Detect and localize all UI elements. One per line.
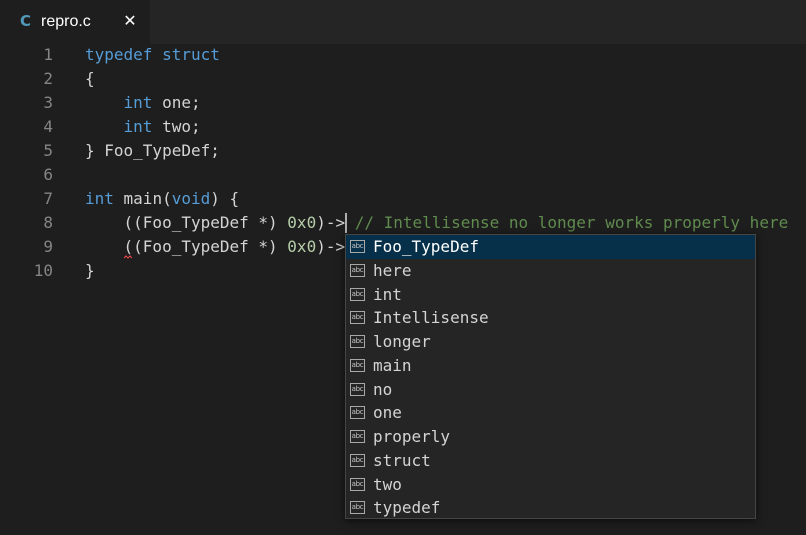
suggestion-item[interactable]: abc here bbox=[346, 259, 755, 283]
suggestion-item[interactable]: abc two bbox=[346, 473, 755, 497]
line-number: 2 bbox=[43, 69, 53, 88]
code-line[interactable]: 3 int one; bbox=[0, 91, 806, 115]
word-icon: abc bbox=[350, 263, 365, 277]
word-icon: abc bbox=[350, 382, 365, 396]
suggestion-label: int bbox=[373, 284, 402, 304]
word-icon: abc bbox=[350, 311, 365, 325]
line-code: { bbox=[85, 67, 95, 91]
code-line[interactable]: 2{ bbox=[0, 67, 806, 91]
keyword-token: typedef struct bbox=[85, 45, 220, 64]
suggestion-label: Intellisense bbox=[373, 308, 489, 328]
keyword-token: int bbox=[123, 93, 153, 112]
tab-repro-c[interactable]: C repro.c ✕ bbox=[0, 0, 150, 44]
line-code: ((Foo_TypeDef *) 0x0)-> // Intellisense … bbox=[85, 211, 789, 235]
suggestion-label: here bbox=[373, 260, 412, 280]
word-icon: abc bbox=[350, 501, 365, 515]
word-icon: abc bbox=[350, 287, 365, 301]
line-number: 3 bbox=[43, 93, 53, 112]
suggestion-label: properly bbox=[373, 427, 451, 446]
code-line[interactable]: 5 } Foo_TypeDef; bbox=[0, 139, 806, 163]
suggestion-item[interactable]: abc no bbox=[346, 378, 755, 402]
suggestion-item[interactable]: abc main bbox=[346, 354, 755, 378]
line-number: 4 bbox=[43, 117, 53, 136]
line-code: } bbox=[85, 259, 95, 283]
line-code: } Foo_TypeDef; bbox=[85, 139, 220, 163]
code-token: } bbox=[85, 261, 95, 280]
suggestion-item[interactable]: abc struct bbox=[346, 449, 755, 473]
code-token: main( bbox=[113, 189, 172, 208]
keyword-token: int bbox=[85, 189, 114, 208]
comment-token: // Intellisense no longer works properly… bbox=[354, 213, 789, 232]
line-code: typedef struct bbox=[85, 43, 220, 67]
suggestion-label: typedef bbox=[373, 498, 441, 518]
word-icon: abc bbox=[350, 430, 365, 443]
word-icon: abc bbox=[350, 335, 365, 348]
code-token: ((Foo_TypeDef *) bbox=[85, 237, 288, 256]
keyword-token: void bbox=[171, 189, 211, 208]
suggestion-item[interactable]: abc one bbox=[346, 401, 755, 425]
number-token: 0x0 bbox=[287, 213, 317, 232]
suggestion-item[interactable]: abc longer bbox=[346, 330, 755, 354]
code-token: )-> bbox=[316, 213, 355, 232]
suggestion-label: two bbox=[373, 474, 402, 494]
suggestion-item[interactable]: abc properly bbox=[346, 425, 755, 449]
keyword-token: int bbox=[123, 117, 153, 136]
code-token: ) { bbox=[210, 189, 240, 208]
suggestion-item[interactable]: abc Intellisense bbox=[346, 306, 755, 330]
line-number: 5 bbox=[43, 141, 53, 160]
suggestion-item[interactable]: abc int bbox=[346, 283, 755, 307]
suggestion-item[interactable]: abc typedef bbox=[346, 496, 755, 520]
suggestion-label: longer bbox=[373, 332, 431, 351]
suggest-widget: abc Foo_TypeDef abc here abc int abc Intellisen… bbox=[345, 234, 756, 519]
suggestion-label: one bbox=[373, 403, 402, 423]
suggestion-label: main bbox=[373, 355, 412, 375]
word-icon: abc bbox=[350, 240, 365, 253]
c-language-icon: C bbox=[20, 12, 32, 30]
code-line[interactable]: 6 bbox=[0, 163, 806, 187]
number-token: 0x0 bbox=[287, 237, 317, 256]
suggestion-item[interactable]: abc Foo_TypeDef bbox=[346, 235, 755, 259]
tab-filename: repro.c bbox=[41, 13, 91, 30]
close-icon[interactable]: ✕ bbox=[122, 12, 138, 30]
code-line[interactable]: 7 int main(void) { bbox=[0, 187, 806, 211]
suggestion-label: no bbox=[373, 379, 393, 399]
line-code: int two; bbox=[85, 115, 201, 139]
code-token: ((Foo_TypeDef *) bbox=[85, 213, 288, 232]
tab-bar: C repro.c ✕ bbox=[0, 0, 806, 44]
word-icon: abc bbox=[350, 453, 365, 467]
code-token: { bbox=[85, 69, 95, 88]
code-token: two; bbox=[152, 117, 201, 136]
line-number: 9 bbox=[43, 237, 53, 256]
word-icon: abc bbox=[350, 406, 365, 420]
word-icon: abc bbox=[350, 477, 365, 491]
line-number: 8 bbox=[43, 213, 53, 232]
line-number: 1 bbox=[43, 45, 53, 64]
line-code: int main(void) { bbox=[85, 187, 239, 211]
code-line[interactable]: 1 typedef struct bbox=[0, 43, 806, 67]
code-token: one; bbox=[152, 93, 201, 112]
code-token: )-> bbox=[316, 237, 346, 256]
code-line[interactable]: 8 ((Foo_TypeDef *) 0x0)-> // Intellisens… bbox=[0, 211, 806, 235]
suggestion-label: Foo_TypeDef bbox=[373, 237, 479, 256]
line-number: 6 bbox=[43, 165, 53, 184]
line-code: int one; bbox=[85, 91, 201, 115]
code-line[interactable]: 4 int two; bbox=[0, 115, 806, 139]
line-number: 10 bbox=[33, 261, 53, 280]
word-icon: abc bbox=[350, 358, 365, 372]
code-token: } Foo_TypeDef; bbox=[85, 141, 220, 160]
text-cursor bbox=[345, 213, 347, 233]
line-number: 7 bbox=[43, 189, 53, 208]
suggestion-label: struct bbox=[373, 450, 431, 470]
